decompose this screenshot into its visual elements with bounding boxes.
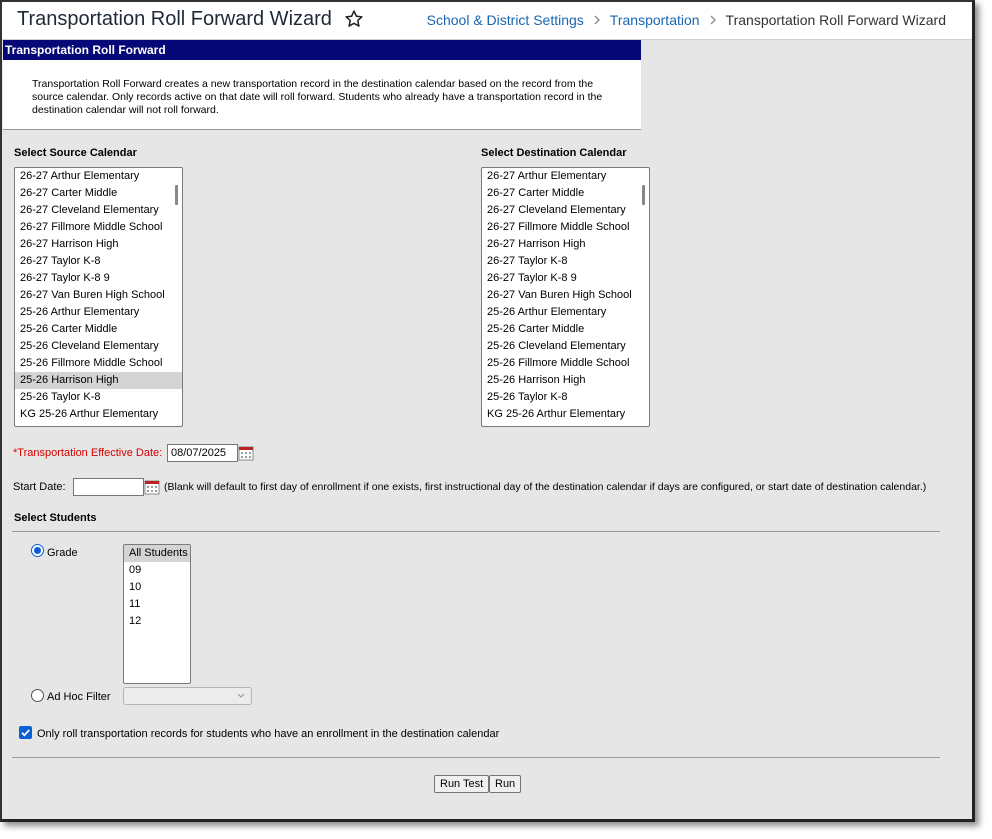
source-calendar-option[interactable]: 26-27 Fillmore Middle School (15, 219, 182, 236)
source-calendar-option[interactable]: 26-27 Harrison High (15, 236, 182, 253)
chevron-right-icon (594, 15, 600, 25)
destination-calendar-option[interactable]: 26-27 Harrison High (482, 236, 649, 253)
source-calendar-option[interactable]: 25-26 Arthur Elementary (15, 304, 182, 321)
checkmark-icon (21, 729, 30, 737)
source-calendar-option[interactable]: 25-26 Fillmore Middle School (15, 355, 182, 372)
destination-calendar-option[interactable]: 26-27 Taylor K-8 9 (482, 270, 649, 287)
effective-date-input[interactable] (167, 444, 238, 462)
source-calendar-option[interactable]: 25-26 Taylor K-8 (15, 389, 182, 406)
destination-calendar-option[interactable]: 26-27 Van Buren High School (482, 287, 649, 304)
destination-calendar-option[interactable]: 26-27 Taylor K-8 (482, 253, 649, 270)
grade-option[interactable]: 11 (124, 596, 190, 613)
destination-calendar-option[interactable]: 25-26 Harrison High (482, 372, 649, 389)
chevron-down-icon (237, 693, 245, 698)
ad-hoc-filter-select (123, 687, 252, 705)
divider (12, 757, 940, 758)
destination-scrollbar[interactable] (642, 185, 645, 205)
page-title: Transportation Roll Forward Wizard (17, 8, 332, 30)
effective-date-label: *Transportation Effective Date: (13, 447, 162, 459)
effective-date-label-text: Transportation Effective Date: (17, 447, 163, 459)
source-calendar-option[interactable]: KG 25-26 Arthur Elementary (15, 406, 182, 423)
star-icon[interactable] (344, 9, 364, 29)
destination-calendar-listbox[interactable]: 26-27 Arthur Elementary 26-27 Carter Midd… (481, 167, 650, 427)
select-students-label: Select Students (14, 512, 97, 524)
source-scrollbar[interactable] (175, 185, 178, 205)
source-calendar-option[interactable]: 26-27 Cleveland Elementary (15, 202, 182, 219)
breadcrumb-current: Transportation Roll Forward Wizard (725, 12, 946, 28)
destination-calendar-option[interactable]: 25-26 Carter Middle (482, 321, 649, 338)
intro-text: Transportation Roll Forward creates a ne… (3, 60, 641, 130)
start-date-hint: (Blank will default to first day of enro… (164, 481, 927, 493)
source-calendar-option[interactable]: 26-27 Taylor K-8 9 (15, 270, 182, 287)
ad-hoc-filter-label: Ad Hoc Filter (47, 691, 111, 703)
ad-hoc-filter-radio[interactable] (31, 689, 44, 702)
breadcrumb-link-transportation[interactable]: Transportation (610, 12, 700, 28)
source-calendar-option[interactable]: 25-26 Carter Middle (15, 321, 182, 338)
calendar-icon[interactable] (238, 445, 254, 461)
grade-option[interactable]: 12 (124, 613, 190, 630)
enrollment-checkbox[interactable] (19, 726, 32, 739)
destination-calendar-option[interactable]: 25-26 Cleveland Elementary (482, 338, 649, 355)
source-calendar-option[interactable]: 25-26 Harrison High (15, 372, 182, 389)
source-calendar-option[interactable]: 26-27 Van Buren High School (15, 287, 182, 304)
page-header: Transportation Roll Forward Wizard Schoo… (2, 2, 972, 40)
grade-option[interactable]: All Students (124, 545, 190, 562)
destination-calendar-option[interactable]: 26-27 Carter Middle (482, 185, 649, 202)
grade-option[interactable]: 10 (124, 579, 190, 596)
destination-calendar-option[interactable]: 25-26 Fillmore Middle School (482, 355, 649, 372)
destination-calendar-option[interactable]: 25-26 Arthur Elementary (482, 304, 649, 321)
destination-calendar-option[interactable]: 25-26 Taylor K-8 (482, 389, 649, 406)
divider (12, 531, 940, 532)
run-button[interactable]: Run (489, 775, 522, 793)
source-calendar-option[interactable]: 26-27 Carter Middle (15, 185, 182, 202)
destination-calendar-option[interactable]: KG 25-26 Arthur Elementary (482, 406, 649, 423)
destination-calendar-option[interactable]: 26-27 Fillmore Middle School (482, 219, 649, 236)
start-date-input[interactable] (73, 478, 144, 496)
grade-listbox[interactable]: All Students 09 10 11 12 (123, 544, 191, 684)
destination-calendar-option[interactable]: 26-27 Arthur Elementary (482, 168, 649, 185)
section-banner: Transportation Roll Forward (3, 40, 641, 60)
grade-radio-label: Grade (47, 547, 78, 559)
start-date-label: Start Date: (13, 481, 66, 493)
source-calendar-listbox[interactable]: 26-27 Arthur Elementary 26-27 Carter Midd… (14, 167, 183, 427)
run-test-button[interactable]: Run Test (434, 775, 490, 793)
breadcrumb-link-school-district-settings[interactable]: School & District Settings (427, 12, 584, 28)
source-calendar-label: Select Source Calendar (14, 147, 137, 159)
source-calendar-option[interactable]: 26-27 Taylor K-8 (15, 253, 182, 270)
chevron-right-icon (710, 15, 716, 25)
source-calendar-option[interactable]: 25-26 Cleveland Elementary (15, 338, 182, 355)
destination-calendar-label: Select Destination Calendar (481, 147, 627, 159)
destination-calendar-option[interactable]: 26-27 Cleveland Elementary (482, 202, 649, 219)
enrollment-checkbox-label: Only roll transportation records for stu… (37, 728, 500, 740)
breadcrumb: School & District Settings Transportatio… (427, 12, 946, 28)
wizard-window: Transportation Roll Forward Wizard Schoo… (0, 0, 975, 822)
grade-radio[interactable] (31, 544, 44, 557)
grade-option[interactable]: 09 (124, 562, 190, 579)
source-calendar-option[interactable]: 26-27 Arthur Elementary (15, 168, 182, 185)
calendar-icon[interactable] (144, 479, 160, 495)
